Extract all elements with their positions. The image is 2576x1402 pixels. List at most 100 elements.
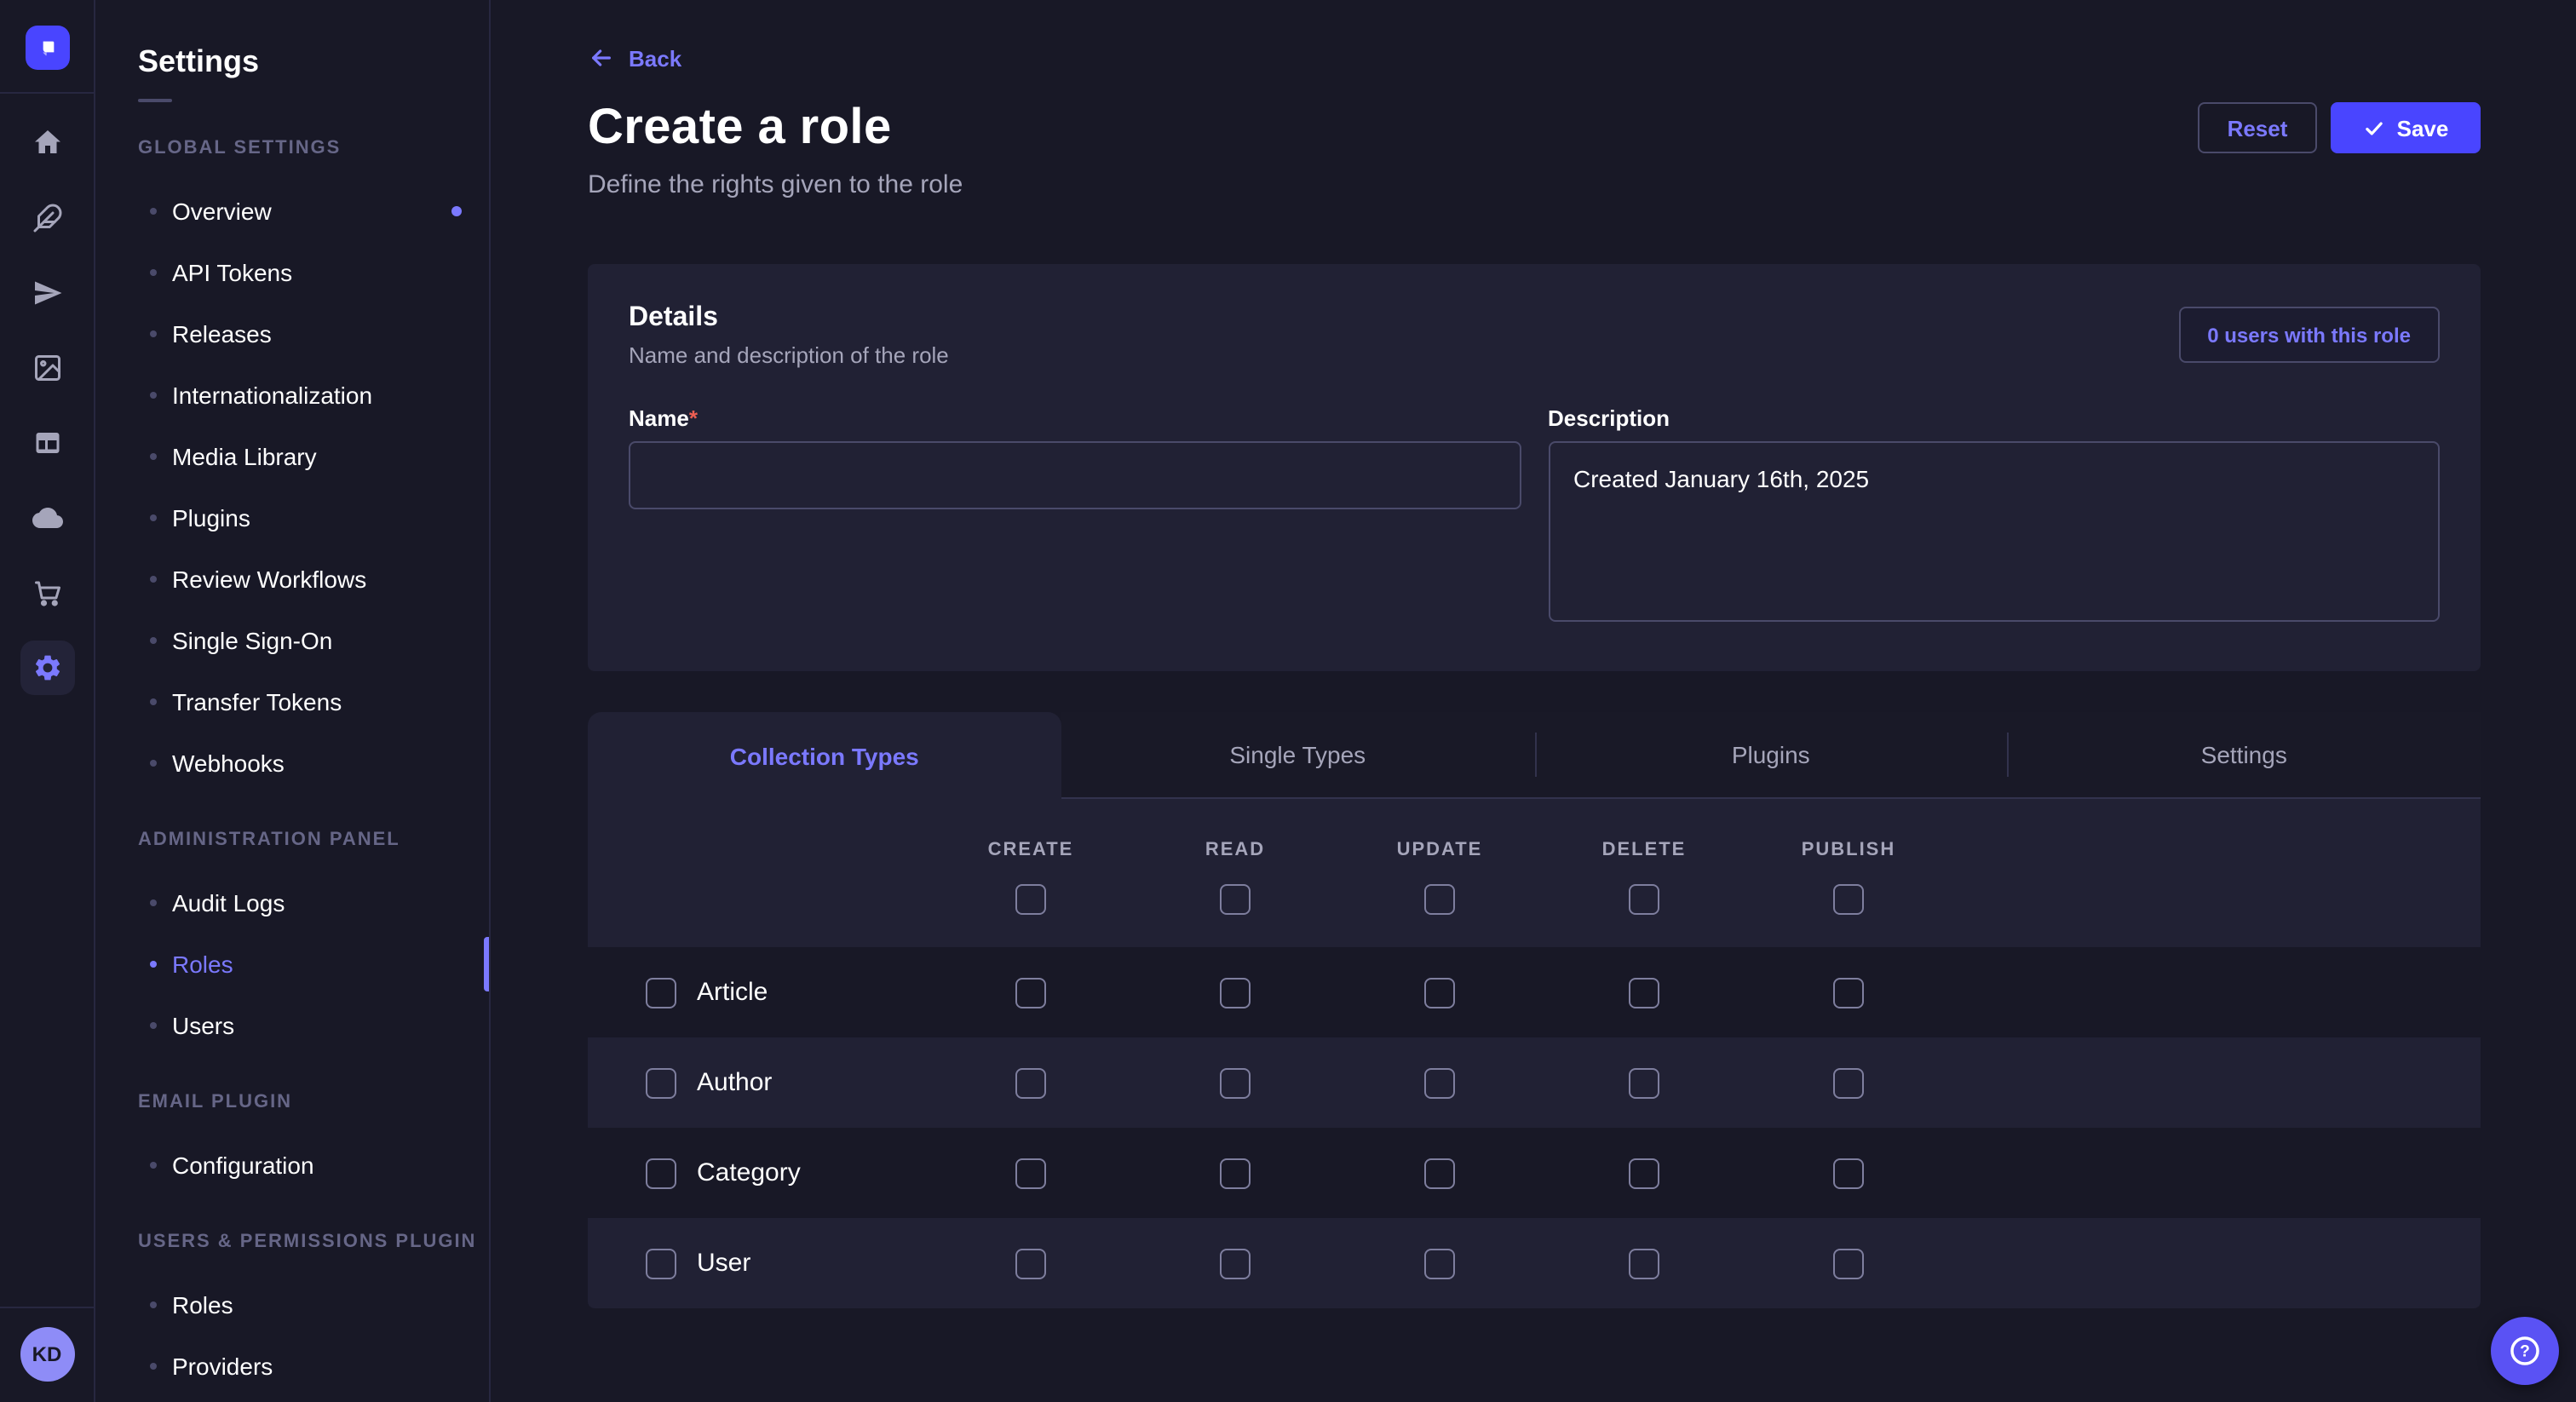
sidebar-item-users[interactable]: Users (95, 995, 489, 1056)
row-select-checkbox[interactable] (646, 1158, 676, 1188)
tab-plugins[interactable]: Plugins (1534, 712, 2008, 799)
question-mark-circle-icon: ? (2506, 1332, 2544, 1370)
description-field-group: Description Created January 16th, 2025 (1548, 405, 2440, 630)
bullet (150, 637, 157, 644)
user-publish-checkbox[interactable] (1833, 1248, 1864, 1278)
article-create-checkbox[interactable] (1015, 977, 1046, 1008)
select-all-cell (929, 884, 1133, 915)
paper-plane-icon[interactable] (32, 278, 62, 308)
bullet (150, 961, 157, 968)
select-all-cell (1133, 884, 1337, 915)
bullet (150, 392, 157, 399)
row-name-cell: Article (588, 977, 929, 1008)
bullet (150, 330, 157, 337)
select-all-update-checkbox[interactable] (1424, 884, 1455, 915)
select-all-cell (1337, 884, 1542, 915)
tab-settings[interactable]: Settings (2008, 712, 2481, 799)
row-label: Author (697, 1068, 772, 1097)
users-with-role-button[interactable]: 0 users with this role (2178, 307, 2440, 363)
perm-cell (1746, 1158, 1951, 1188)
sidebar-item-single-sign-on[interactable]: Single Sign-On (95, 610, 489, 671)
sidebar-item-plugins[interactable]: Plugins (95, 487, 489, 549)
sidebar-item-internationalization[interactable]: Internationalization (95, 365, 489, 426)
sidebar-item-api-tokens[interactable]: API Tokens (95, 242, 489, 303)
content-feather-icon[interactable] (32, 203, 62, 233)
sidebar-item-label: Single Sign-On (172, 627, 332, 654)
tab-collection-types[interactable]: Collection Types (588, 712, 1061, 799)
bullet (150, 514, 157, 521)
save-button[interactable]: Save (2331, 102, 2481, 153)
workspace-rail: KD (0, 0, 95, 1402)
author-delete-checkbox[interactable] (1629, 1067, 1659, 1098)
category-publish-checkbox[interactable] (1833, 1158, 1864, 1188)
sidebar-item-media-library[interactable]: Media Library (95, 426, 489, 487)
row-select-checkbox[interactable] (646, 977, 676, 1008)
sidebar-item-webhooks[interactable]: Webhooks (95, 733, 489, 794)
page-header: Create a role Define the rights given to… (588, 99, 2481, 199)
user-create-checkbox[interactable] (1015, 1248, 1046, 1278)
select-all-row (588, 884, 2481, 947)
article-update-checkbox[interactable] (1424, 977, 1455, 1008)
sidebar-item-configuration[interactable]: Configuration (95, 1135, 489, 1196)
bullet (150, 1363, 157, 1370)
header-actions: Reset Save (2198, 102, 2481, 153)
tab-label: Settings (2201, 741, 2287, 768)
page-title: Create a role (588, 99, 963, 157)
article-publish-checkbox[interactable] (1833, 977, 1864, 1008)
sidebar-item-review-workflows[interactable]: Review Workflows (95, 549, 489, 610)
select-all-delete-checkbox[interactable] (1629, 884, 1659, 915)
layout-icon[interactable] (32, 428, 62, 458)
row-select-checkbox[interactable] (646, 1067, 676, 1098)
nav-list-administration-panel: Audit Logs Roles Users (95, 872, 489, 1056)
check-icon (2363, 117, 2385, 139)
select-all-create-checkbox[interactable] (1015, 884, 1046, 915)
sidebar-item-audit-logs[interactable]: Audit Logs (95, 872, 489, 934)
cloud-icon[interactable] (32, 503, 62, 533)
section-label-administration-panel: ADMINISTRATION PANEL (95, 828, 489, 852)
cart-icon[interactable] (32, 577, 62, 608)
perm-cell (1746, 1248, 1951, 1278)
row-label: Category (697, 1158, 801, 1187)
author-read-checkbox[interactable] (1220, 1067, 1251, 1098)
user-update-checkbox[interactable] (1424, 1248, 1455, 1278)
author-create-checkbox[interactable] (1015, 1067, 1046, 1098)
user-delete-checkbox[interactable] (1629, 1248, 1659, 1278)
category-create-checkbox[interactable] (1015, 1158, 1046, 1188)
sidebar-item-overview[interactable]: Overview (95, 181, 489, 242)
media-images-icon[interactable] (32, 353, 62, 383)
sidebar-item-label: Transfer Tokens (172, 688, 342, 715)
sidebar-item-releases[interactable]: Releases (95, 303, 489, 365)
sidebar-item-providers[interactable]: Providers (95, 1336, 489, 1397)
category-update-checkbox[interactable] (1424, 1158, 1455, 1188)
user-read-checkbox[interactable] (1220, 1248, 1251, 1278)
permissions-tabs: Collection Types Single Types Plugins Se… (588, 712, 2481, 799)
category-read-checkbox[interactable] (1220, 1158, 1251, 1188)
bullet (150, 1162, 157, 1169)
author-publish-checkbox[interactable] (1833, 1067, 1864, 1098)
bullet (150, 453, 157, 460)
back-link[interactable]: Back (588, 44, 681, 72)
article-read-checkbox[interactable] (1220, 977, 1251, 1008)
home-icon[interactable] (32, 128, 62, 158)
bullet (150, 698, 157, 705)
select-all-read-checkbox[interactable] (1220, 884, 1251, 915)
settings-gear-icon[interactable] (20, 641, 74, 695)
sidebar-item-roles-up[interactable]: Roles (95, 1274, 489, 1336)
name-input[interactable] (629, 441, 1521, 509)
description-textarea[interactable]: Created January 16th, 2025 (1548, 441, 2440, 622)
avatar[interactable]: KD (20, 1327, 74, 1382)
select-all-publish-checkbox[interactable] (1833, 884, 1864, 915)
author-update-checkbox[interactable] (1424, 1067, 1455, 1098)
sidebar-item-transfer-tokens[interactable]: Transfer Tokens (95, 671, 489, 733)
article-delete-checkbox[interactable] (1629, 977, 1659, 1008)
row-select-checkbox[interactable] (646, 1248, 676, 1278)
sidebar-item-roles-admin[interactable]: Roles (95, 934, 489, 995)
reset-button[interactable]: Reset (2198, 102, 2317, 153)
sidebar-title: Settings (95, 41, 489, 82)
sidebar-item-label: Releases (172, 320, 272, 348)
save-label: Save (2397, 115, 2449, 141)
help-button[interactable]: ? (2491, 1317, 2559, 1385)
strapi-logo[interactable] (25, 26, 69, 70)
tab-single-types[interactable]: Single Types (1061, 712, 1535, 799)
category-delete-checkbox[interactable] (1629, 1158, 1659, 1188)
